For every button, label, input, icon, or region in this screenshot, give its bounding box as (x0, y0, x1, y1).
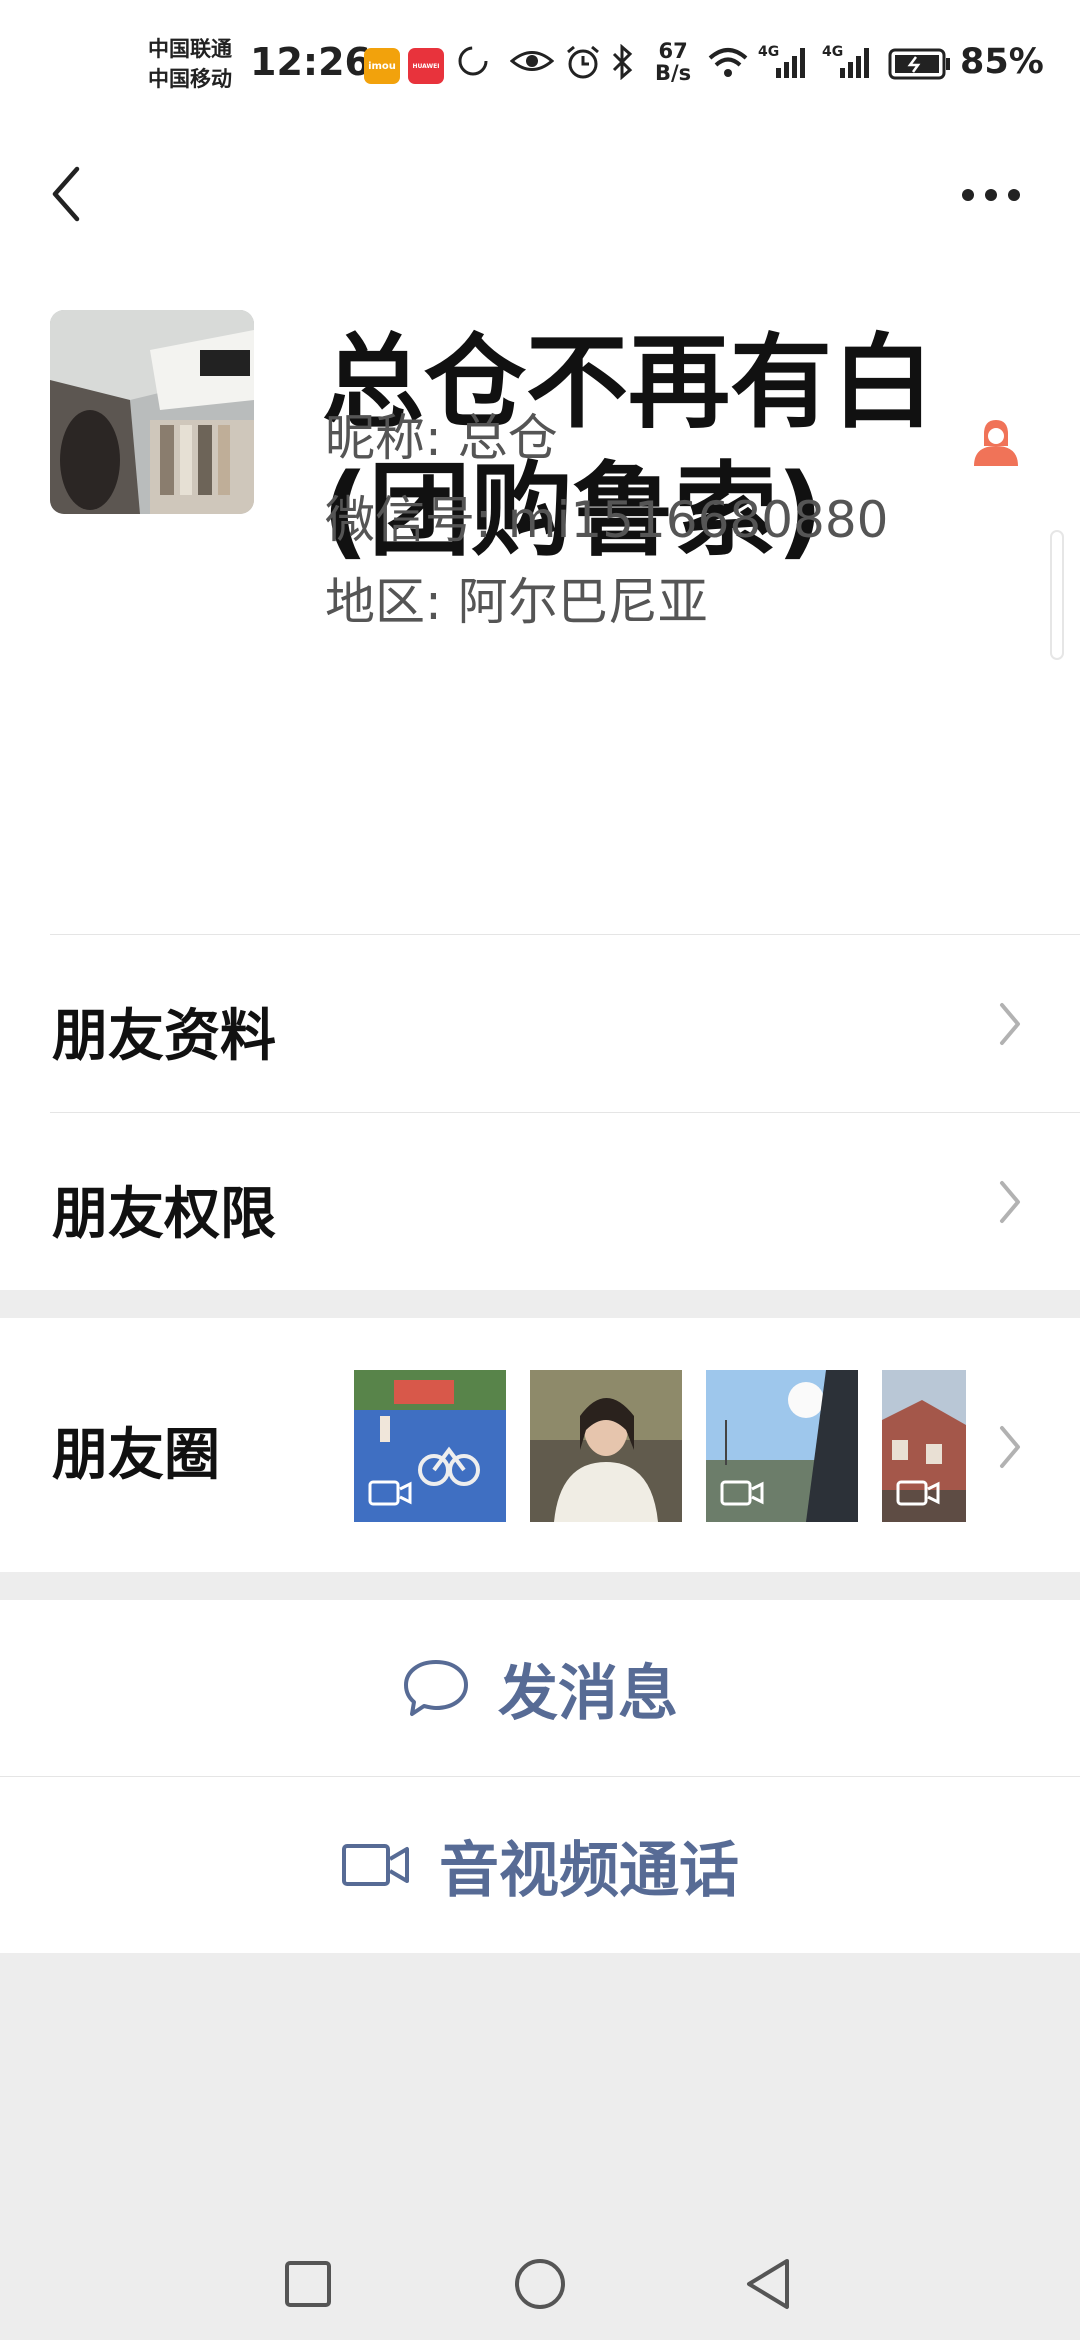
chevron-right-icon (1000, 1181, 1020, 1223)
back-button[interactable] (36, 154, 96, 234)
moments-thumb (882, 1370, 966, 1522)
signal-2-icon (840, 48, 869, 78)
bluetooth-icon (612, 44, 633, 80)
chevron-left-icon (52, 166, 80, 222)
video-icon (368, 1480, 412, 1506)
square-icon (285, 2261, 331, 2307)
carrier-1: 中国联通 (148, 37, 232, 61)
wifi-icon (708, 48, 748, 77)
send-message-label: 发消息 (498, 1658, 678, 1729)
profile-card: 总仓不再有白(团购鲁索) 昵称: 总仓 微信号: mi1516680880 地区… (0, 280, 1080, 935)
more-button[interactable] (956, 160, 1026, 230)
wechat-id-line: 微信号: mi1516680880 (325, 480, 888, 552)
moments-photo (530, 1370, 682, 1522)
huawei-app-icon: HUAWEI (408, 48, 444, 84)
row-friend-permissions-label: 朋友权限 (52, 1182, 276, 1247)
scroll-indicator[interactable] (1050, 530, 1064, 660)
video-icon (720, 1480, 764, 1506)
moments-thumb (530, 1370, 682, 1522)
home-button[interactable] (510, 2254, 570, 2314)
region-value: 阿尔巴尼亚 (457, 573, 708, 631)
region-label: 地区: (325, 573, 442, 631)
region-line: 地区: 阿尔巴尼亚 (325, 562, 708, 634)
chevron-right-icon (1000, 1003, 1020, 1045)
carrier-2: 中国移动 (148, 67, 232, 91)
top-nav (0, 130, 1080, 280)
system-nav-bar (0, 2220, 1080, 2340)
battery-percent: 85% (960, 42, 1044, 82)
net-speed: 67 B/s (655, 39, 692, 85)
recent-apps-button[interactable] (278, 2254, 338, 2314)
more-dots-icon (962, 189, 1020, 201)
row-friend-permissions[interactable]: 朋友权限 (0, 1113, 1080, 1290)
video-icon (896, 1480, 940, 1506)
nickname-line: 昵称: 总仓 (325, 398, 558, 470)
wechat-id-value[interactable]: mi1516680880 (508, 491, 889, 549)
circle-icon (515, 2259, 565, 2309)
avatar[interactable] (50, 310, 254, 514)
row-friend-profile[interactable]: 朋友资料 (0, 935, 1080, 1113)
row-friend-profile-label: 朋友资料 (52, 1004, 276, 1069)
video-camera-icon (342, 1844, 409, 1886)
female-icon (974, 420, 1018, 466)
status-time: 12:26 (250, 40, 371, 84)
avatar-image (50, 310, 254, 514)
send-message-button[interactable]: 发消息 (0, 1600, 1080, 1776)
moments-thumbnails (354, 1370, 966, 1522)
nickname-label: 昵称: (325, 409, 442, 467)
status-bar: 中国联通 中国移动 12:26 imou HUAWEI 67 B/s 4G 4G… (0, 0, 1080, 130)
row-moments-label: 朋友圈 (52, 1423, 220, 1488)
row-moments[interactable]: 朋友圈 (0, 1318, 1080, 1572)
eye-icon (510, 51, 554, 71)
carrier-info: 中国联通 中国移动 (148, 34, 232, 94)
triangle-back-icon (747, 2259, 789, 2309)
chevron-right-icon (1000, 1426, 1020, 1468)
wechat-id-label: 微信号: (325, 491, 492, 549)
moments-thumb (706, 1370, 858, 1522)
video-call-button[interactable]: 音视频通话 (0, 1777, 1080, 1953)
battery-icon (888, 48, 950, 80)
video-call-label: 音视频通话 (439, 1835, 739, 1906)
chat-bubble-icon (404, 1660, 468, 1716)
back-nav-button[interactable] (738, 2254, 798, 2314)
signal-1-icon (776, 48, 805, 78)
alarm-icon (567, 45, 599, 79)
moments-thumb (354, 1370, 506, 1522)
imou-app-icon: imou (364, 48, 400, 84)
sync-icon (458, 46, 488, 76)
nickname-value: 总仓 (457, 409, 558, 467)
